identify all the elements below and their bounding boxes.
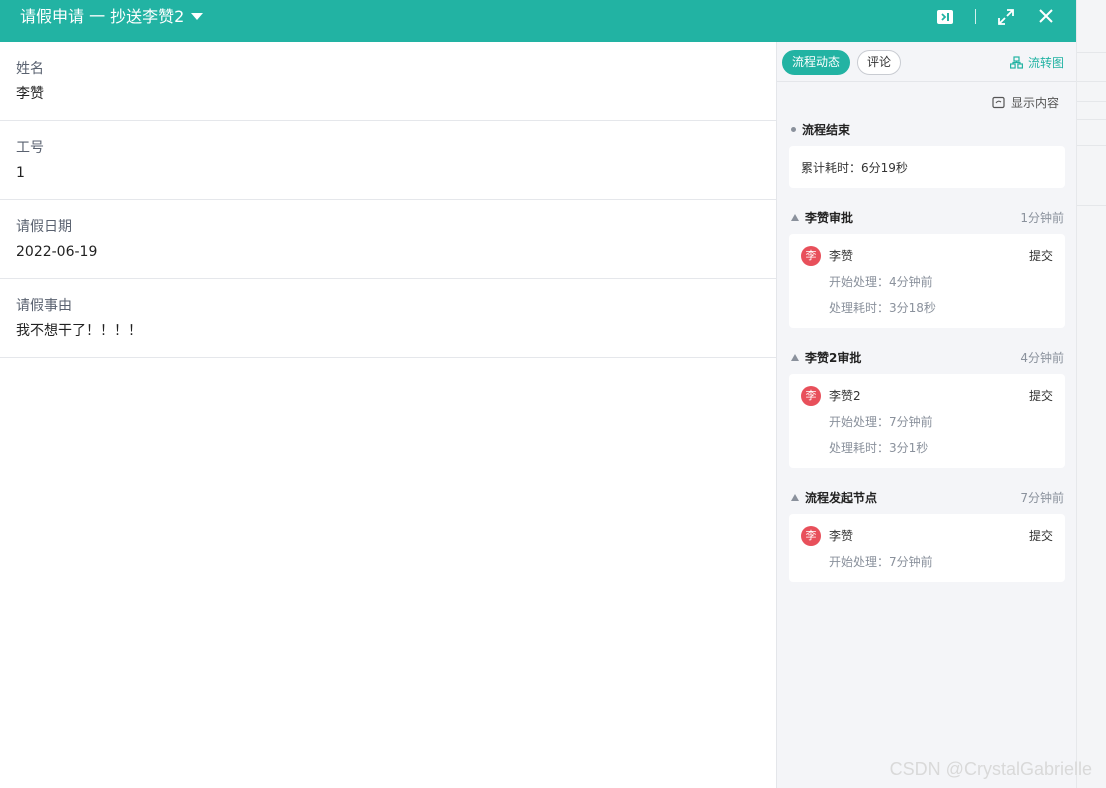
- backdrop: [1076, 0, 1106, 788]
- field-label: 请假事由: [16, 298, 72, 314]
- field-name: 姓名 李赞: [0, 42, 776, 121]
- start-time: 开始处理：4分钟前: [829, 275, 933, 289]
- field-leave-reason: 请假事由 我不想干了！！！！: [0, 279, 776, 358]
- title-dropdown-icon[interactable]: [191, 13, 203, 20]
- avatar: 李: [801, 246, 821, 266]
- show-content-label: 显示内容: [1010, 96, 1059, 110]
- approval-dialog: 请假申请 一 抄送李赞2 姓名 李赞 工号 1 请假日期 2022-06-19 …: [0, 0, 1076, 788]
- collapse-arrow-icon[interactable]: [791, 494, 799, 501]
- show-content-toggle[interactable]: 显示内容: [992, 94, 1059, 111]
- panel-tabs: 流程动态 评论 流转图: [777, 42, 1076, 82]
- node-title: 李赞2审批: [791, 349, 861, 366]
- note-icon: [992, 96, 1005, 109]
- total-duration: 累计耗时：6分19秒: [801, 161, 908, 175]
- node-title-text: 流程发起节点: [805, 491, 878, 505]
- end-node-card: 累计耗时：6分19秒: [789, 146, 1065, 188]
- node-card: 李 李赞2 提交 开始处理：7分钟前 处理耗时：3分1秒: [789, 374, 1065, 468]
- field-label: 请假日期: [16, 219, 72, 235]
- field-leave-date: 请假日期 2022-06-19: [0, 200, 776, 279]
- approver-name: 李赞: [829, 249, 854, 263]
- start-time: 开始处理：7分钟前: [829, 555, 933, 569]
- node-title: 李赞审批: [791, 209, 853, 226]
- field-label: 工号: [16, 140, 44, 156]
- watermark: CSDN @CrystalGabrielle: [889, 759, 1092, 779]
- flowchart-icon: [1009, 56, 1023, 69]
- avatar: 李: [801, 526, 821, 546]
- collapse-arrow-icon[interactable]: [791, 214, 799, 221]
- start-time: 开始处理：7分钟前: [829, 415, 933, 429]
- close-icon[interactable]: [1035, 6, 1057, 28]
- field-value: 2022-06-19: [16, 244, 98, 260]
- approval-action: 提交: [1028, 529, 1053, 543]
- node-title: 流程发起节点: [791, 489, 877, 506]
- node-card: 李 李赞 提交 开始处理：4分钟前 处理耗时：3分18秒: [789, 234, 1065, 328]
- node-title-text: 李赞审批: [805, 211, 854, 225]
- processing-duration: 处理耗时：3分18秒: [829, 301, 936, 315]
- tab-comments[interactable]: 评论: [857, 50, 902, 75]
- node-time: 4分钟前: [1020, 351, 1064, 365]
- collapse-arrow-icon[interactable]: [791, 354, 799, 361]
- flowchart-label: 流转图: [1027, 56, 1064, 70]
- approval-action: 提交: [1028, 249, 1053, 263]
- approval-action: 提交: [1028, 389, 1053, 403]
- node-title-end: 流程结束: [791, 121, 850, 138]
- flowchart-link[interactable]: 流转图: [1009, 54, 1064, 71]
- field-value: 1: [16, 165, 25, 181]
- node-time: 1分钟前: [1020, 211, 1064, 225]
- node-title-text: 李赞2审批: [805, 351, 862, 365]
- maximize-icon[interactable]: [995, 6, 1017, 28]
- node-card: 李 李赞 提交 开始处理：7分钟前: [789, 514, 1065, 582]
- processing-duration: 处理耗时：3分1秒: [829, 441, 929, 455]
- collapse-panel-icon[interactable]: [934, 6, 956, 28]
- dialog-header: 请假申请 一 抄送李赞2: [0, 0, 1076, 42]
- field-value: 李赞: [16, 86, 44, 102]
- field-employee-id: 工号 1: [0, 121, 776, 200]
- tab-process-dynamics[interactable]: 流程动态: [782, 50, 851, 75]
- node-title-text: 流程结束: [802, 123, 851, 137]
- field-label: 姓名: [16, 61, 44, 77]
- avatar: 李: [801, 386, 821, 406]
- approver-name: 李赞2: [829, 389, 861, 403]
- approver-name: 李赞: [829, 529, 854, 543]
- dot-icon: [791, 127, 796, 132]
- dialog-title: 请假申请 一 抄送李赞2: [20, 7, 185, 26]
- node-time: 7分钟前: [1020, 491, 1064, 505]
- header-divider: [975, 9, 976, 24]
- process-panel: 流程动态 评论 流转图 显示内容 流程结束 累计耗时：6分19秒 李赞审批 1分…: [776, 42, 1076, 788]
- field-value: 我不想干了！！！！: [16, 323, 142, 339]
- form-content: 姓名 李赞 工号 1 请假日期 2022-06-19 请假事由 我不想干了！！！…: [0, 42, 776, 358]
